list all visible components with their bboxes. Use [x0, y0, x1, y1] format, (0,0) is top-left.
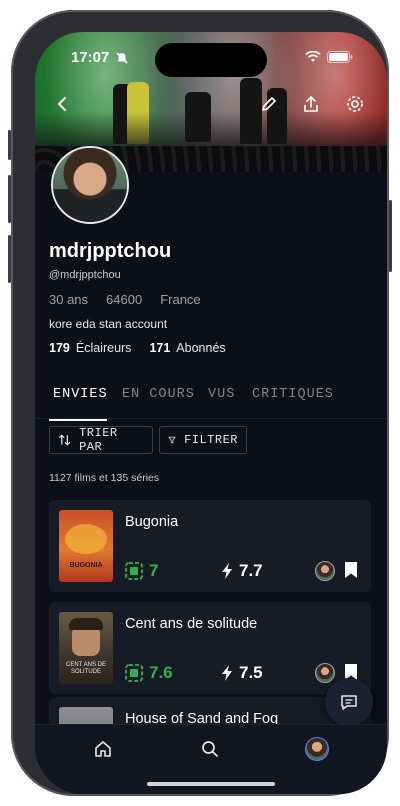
score-badge-icon: [125, 562, 143, 580]
eclaireurs-count: 179: [49, 341, 70, 355]
profile-meta: 30 ans 64600 France: [49, 292, 201, 307]
nav-home[interactable]: [91, 737, 115, 761]
bookmark-icon[interactable]: [344, 561, 358, 579]
edit-pencil-icon: [262, 97, 276, 111]
abonnes-label: Abonnés: [176, 341, 226, 355]
abonnes-link[interactable]: 171 Abonnés: [149, 341, 225, 355]
app-screen: 17:07 mdrjpptchou @mdrjpptchou 30 ans 64…: [35, 32, 387, 794]
abonnes-count: 171: [149, 341, 171, 355]
search-icon: [202, 741, 218, 757]
tab-envies[interactable]: ENVIES: [53, 387, 108, 402]
filter-funnel-icon: [168, 436, 176, 444]
item-score-value: 7: [149, 561, 159, 580]
dynamic-island: [155, 43, 267, 77]
poster-image: CENT ANS DE SOLITUDE: [59, 612, 113, 684]
wifi-icon: [305, 51, 321, 62]
item-score-value: 7.6: [149, 663, 173, 682]
nav-search[interactable]: [198, 737, 222, 761]
sort-label: TRIER PAR: [79, 426, 118, 454]
item-score: 7: [125, 561, 158, 581]
silent-switch: [8, 130, 11, 160]
item-rating-value: 7.7: [239, 561, 263, 580]
settings-gear-icon: [347, 96, 363, 112]
profile-handle: @mdrjpptchou: [49, 269, 121, 281]
profile-postal-code: 64600: [106, 292, 143, 307]
profile-username: mdrjpptchou: [49, 240, 172, 262]
lightning-icon: [222, 665, 232, 681]
sort-arrows-icon: [58, 434, 71, 446]
list-item[interactable]: CENT ANS DE SOLITUDE Cent ans de solitud…: [49, 602, 371, 694]
list-count: 1127 films et 135 séries: [49, 472, 160, 484]
settings-button[interactable]: [341, 90, 369, 118]
profile-avatar-small: [305, 737, 329, 761]
profile-follow-stats: 179 Éclaireurs 171 Abonnés: [49, 341, 226, 355]
volume-up-button: [8, 175, 11, 223]
item-rating: 7.7: [221, 561, 263, 581]
profile-tabs: ENVIES EN COURS VUS CRITIQUES: [49, 387, 387, 421]
power-button: [389, 200, 392, 272]
eclaireurs-link[interactable]: 179 Éclaireurs: [49, 341, 131, 355]
home-icon: [95, 741, 111, 757]
profile-age: 30 ans: [49, 292, 89, 307]
tabs-divider: [35, 418, 387, 419]
silent-bell-icon: [116, 52, 128, 64]
poster-text: BUGONIA: [69, 562, 103, 569]
tab-en-cours[interactable]: EN COURS: [122, 387, 195, 402]
friend-avatar[interactable]: [315, 561, 335, 581]
lightning-icon: [222, 563, 232, 579]
filter-label: FILTRER: [184, 433, 238, 447]
tab-vus[interactable]: VUS: [208, 387, 235, 402]
list-item[interactable]: BUGONIA Bugonia 7 7.7: [49, 500, 371, 592]
volume-down-button: [8, 235, 11, 283]
share-icon: [304, 95, 318, 112]
sort-button[interactable]: TRIER PAR: [49, 426, 153, 454]
poster-text: CENT ANS DE SOLITUDE: [66, 662, 106, 675]
chat-bubble-icon: [341, 695, 357, 710]
item-title: Cent ans de solitude: [125, 616, 258, 632]
tab-critiques[interactable]: CRITIQUES: [252, 387, 334, 402]
nav-profile[interactable]: [305, 737, 329, 761]
item-title: Bugonia: [125, 514, 179, 530]
phone-frame: 17:07 mdrjpptchou @mdrjpptchou 30 ans 64…: [8, 10, 392, 796]
share-button[interactable]: [297, 90, 325, 118]
profile-avatar[interactable]: [51, 146, 129, 224]
battery-icon: [327, 51, 353, 63]
friend-avatar[interactable]: [315, 663, 335, 683]
edit-profile-button[interactable]: [255, 90, 283, 118]
profile-bio: kore eda stan account: [49, 317, 168, 331]
chat-button[interactable]: [325, 678, 373, 726]
status-time: 17:07: [71, 49, 110, 66]
status-bar: 17:07: [35, 32, 387, 80]
back-button[interactable]: [49, 90, 77, 118]
poster-image: BUGONIA: [59, 510, 113, 582]
item-score: 7.6: [125, 663, 173, 683]
score-badge-icon: [125, 664, 143, 682]
eclaireurs-label: Éclaireurs: [75, 341, 132, 355]
filter-button[interactable]: FILTRER: [159, 426, 247, 454]
item-rating: 7.5: [221, 663, 263, 683]
profile-country: France: [160, 292, 201, 307]
active-tab-indicator: [49, 419, 107, 421]
back-chevron-icon: [57, 97, 66, 111]
home-indicator: [147, 782, 275, 786]
item-rating-value: 7.5: [239, 663, 263, 682]
